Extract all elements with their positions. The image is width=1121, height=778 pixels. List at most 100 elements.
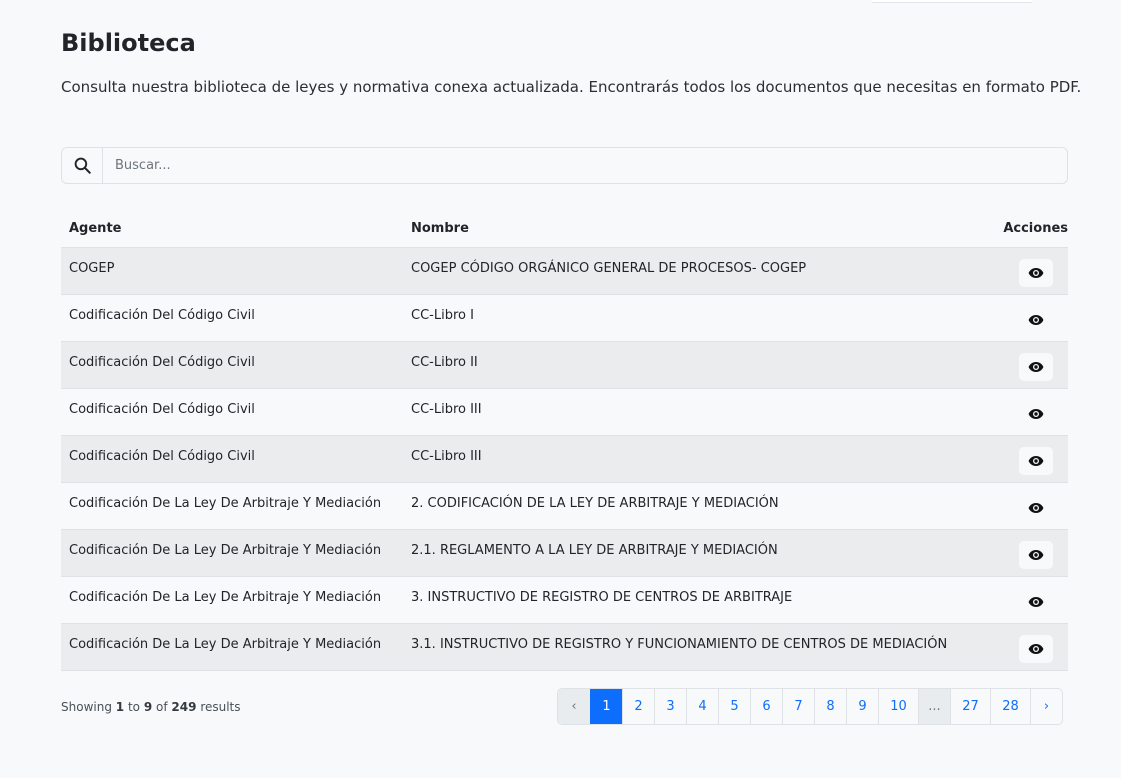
table-row: Codificación De La Ley De Arbitraje Y Me…	[61, 529, 1068, 577]
agent-text: Codificación Del Código Civil	[69, 355, 255, 370]
document-name-text: CC-Libro II	[411, 355, 478, 370]
cell-actions	[1003, 247, 1068, 295]
summary-of-word: of	[156, 700, 168, 714]
column-header-agent[interactable]: Agente	[61, 209, 403, 248]
summary-to-word: to	[127, 700, 140, 714]
agent-text: Codificación De La Ley De Arbitraje Y Me…	[69, 590, 382, 605]
cell-agent: Codificación Del Código Civil	[61, 435, 403, 483]
cell-agent: Codificación Del Código Civil	[61, 341, 403, 389]
summary-from: 1	[115, 700, 125, 714]
page: Biblioteca Consulta nuestra biblioteca d…	[0, 0, 1121, 778]
search-input[interactable]	[103, 148, 1067, 183]
search-box	[61, 147, 1068, 184]
pagination-page-6[interactable]: 6	[750, 689, 782, 724]
eye-icon	[1028, 502, 1044, 514]
table-row: COGEP COGEP CÓDIGO ORGÁNICO GENERAL DE PR…	[61, 247, 1068, 295]
table-row: Codificación De La Ley De Arbitraje Y Me…	[61, 482, 1068, 530]
page-description: Consulta nuestra biblioteca de leyes y n…	[61, 78, 1082, 96]
view-document-button[interactable]	[1018, 259, 1053, 287]
document-name-text: CC-Libro III	[411, 449, 482, 464]
eye-icon	[1028, 596, 1044, 608]
agent-text: Codificación De La Ley De Arbitraje Y Me…	[69, 637, 382, 652]
cell-actions	[1003, 529, 1068, 577]
cell-agent: COGEP	[61, 247, 403, 295]
document-name-text: CC-Libro III	[411, 402, 482, 417]
eye-icon	[1028, 408, 1044, 420]
pagination-page-28[interactable]: 28	[990, 689, 1030, 724]
table-row: Codificación Del Código Civil CC-Libro II	[61, 341, 1068, 389]
document-name-text: 3.1. INSTRUCTIVO DE REGISTRO Y FUNCIONAM…	[411, 637, 948, 652]
document-name-text: COGEP CÓDIGO ORGÁNICO GENERAL DE PROCESO…	[411, 261, 807, 276]
document-name-text: CC-Libro I	[411, 308, 474, 323]
table-row: Codificación De La Ley De Arbitraje Y Me…	[61, 623, 1068, 671]
pagination-page-5[interactable]: 5	[718, 689, 750, 724]
cell-agent: Codificación De La Ley De Arbitraje Y Me…	[61, 576, 403, 624]
eye-icon	[1028, 643, 1044, 655]
cell-actions	[1003, 341, 1068, 389]
view-document-button[interactable]	[1019, 400, 1053, 428]
agent-text: Codificación Del Código Civil	[69, 449, 255, 464]
document-name-text: 2.1. REGLAMENTO A LA LEY DE ARBITRAJE Y …	[411, 543, 778, 558]
cell-agent: Codificación Del Código Civil	[61, 388, 403, 436]
summary-prefix: Showing	[61, 700, 112, 714]
cell-name: COGEP CÓDIGO ORGÁNICO GENERAL DE PROCESO…	[403, 247, 1004, 295]
cell-agent: Codificación De La Ley De Arbitraje Y Me…	[61, 623, 403, 671]
pagination-page-4[interactable]: 4	[686, 689, 718, 724]
view-document-button[interactable]	[1018, 635, 1053, 663]
table-row: Codificación De La Ley De Arbitraje Y Me…	[61, 576, 1068, 624]
view-document-button[interactable]	[1018, 541, 1053, 569]
table-row: Codificación Del Código Civil CC-Libro II…	[61, 388, 1068, 436]
view-document-button[interactable]	[1019, 588, 1053, 616]
cell-agent: Codificación De La Ley De Arbitraje Y Me…	[61, 482, 403, 530]
summary-to: 9	[143, 700, 153, 714]
eye-icon	[1028, 314, 1044, 326]
pagination-prev-button[interactable]: ‹	[558, 689, 590, 724]
cell-actions	[1003, 435, 1068, 483]
pagination-page-8[interactable]: 8	[814, 689, 846, 724]
summary-total: 249	[171, 700, 197, 714]
table-row: Codificación Del Código Civil CC-Libro I	[61, 294, 1068, 342]
agent-text: Codificación De La Ley De Arbitraje Y Me…	[69, 496, 382, 511]
document-name-text: 2. CODIFICACIÓN DE LA LEY DE ARBITRAJE Y…	[411, 496, 779, 511]
agent-text: Codificación Del Código Civil	[69, 308, 255, 323]
document-name-text: 3. INSTRUCTIVO DE REGISTRO DE CENTROS DE…	[411, 590, 793, 605]
table-header-row: Agente Nombre Acciones	[61, 209, 1068, 248]
cell-name: 3.1. INSTRUCTIVO DE REGISTRO Y FUNCIONAM…	[403, 623, 1004, 671]
agent-text: Codificación Del Código Civil	[69, 402, 255, 417]
table-body: COGEP COGEP CÓDIGO ORGÁNICO GENERAL DE PR…	[61, 247, 1068, 671]
pagination-page-2[interactable]: 2	[622, 689, 654, 724]
column-header-actions: Acciones	[1003, 209, 1068, 248]
cell-name: 2.1. REGLAMENTO A LA LEY DE ARBITRAJE Y …	[403, 529, 1004, 577]
agent-text: COGEP	[69, 261, 115, 276]
pagination-page-10[interactable]: 10	[878, 689, 918, 724]
search-icon[interactable]	[62, 148, 103, 183]
cell-actions	[1003, 294, 1068, 342]
cell-agent: Codificación Del Código Civil	[61, 294, 403, 342]
cell-name: CC-Libro II	[403, 341, 1004, 389]
cell-name: CC-Libro I	[403, 294, 1004, 342]
cell-name: CC-Libro III	[403, 388, 1004, 436]
pagination-page-9[interactable]: 9	[846, 689, 878, 724]
view-document-button[interactable]	[1018, 447, 1053, 475]
pagination-next-button[interactable]: ›	[1030, 689, 1062, 724]
pagination-page-1[interactable]: 1	[590, 689, 622, 724]
cell-name: 2. CODIFICACIÓN DE LA LEY DE ARBITRAJE Y…	[403, 482, 1004, 530]
view-document-button[interactable]	[1019, 306, 1053, 334]
cell-actions	[1003, 482, 1068, 530]
pagination: ‹ 1 2 3 4 5 6 7 8 9 10... 27 28 ›	[557, 688, 1063, 725]
pagination-page-3[interactable]: 3	[654, 689, 686, 724]
eye-icon	[1028, 455, 1044, 467]
eye-icon	[1028, 361, 1044, 373]
view-document-button[interactable]	[1018, 353, 1053, 381]
cell-name: CC-Libro III	[403, 435, 1004, 483]
view-document-button[interactable]	[1019, 494, 1053, 522]
cell-actions	[1003, 576, 1068, 624]
column-header-name[interactable]: Nombre	[403, 209, 1004, 248]
agent-text: Codificación De La Ley De Arbitraje Y Me…	[69, 543, 382, 558]
pagination-page-7[interactable]: 7	[782, 689, 814, 724]
cell-name: 3. INSTRUCTIVO DE REGISTRO DE CENTROS DE…	[403, 576, 1004, 624]
eye-icon	[1028, 549, 1044, 561]
pagination-page-27[interactable]: 27	[950, 689, 990, 724]
eye-icon	[1028, 267, 1044, 279]
pagination-ellipsis: ...	[918, 689, 950, 724]
